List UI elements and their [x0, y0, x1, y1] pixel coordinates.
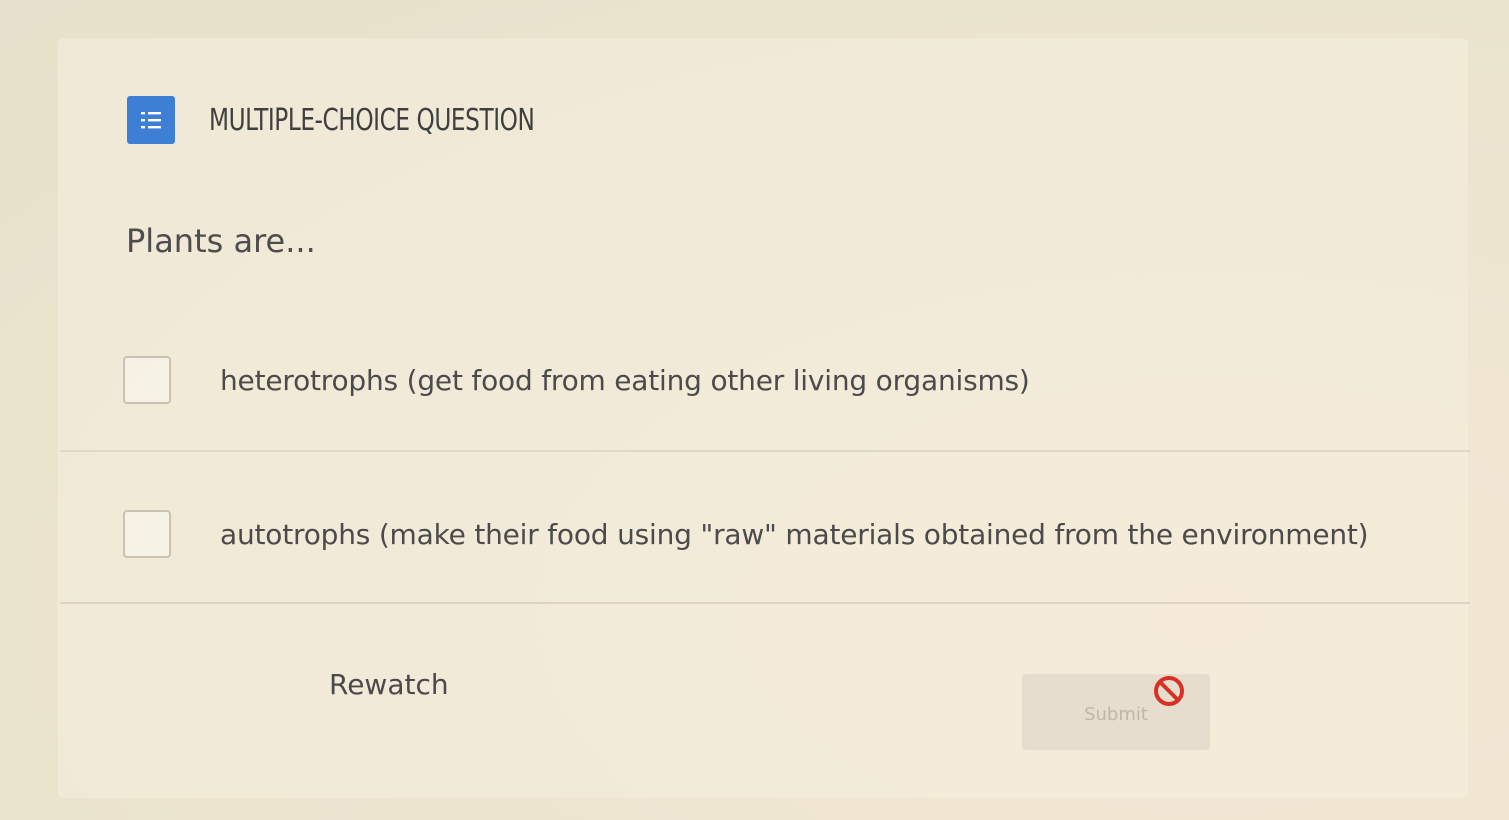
- list-icon: [127, 96, 175, 144]
- answer-options: heterotrophs (get food from eating other…: [60, 322, 1470, 604]
- answer-option-heterotrophs[interactable]: heterotrophs (get food from eating other…: [60, 352, 1470, 452]
- answer-option-autotrophs[interactable]: autotrophs (make their food using "raw" …: [60, 504, 1470, 594]
- answer-label-heterotrophs: heterotrophs (get food from eating other…: [220, 364, 1030, 397]
- question-header: MULTIPLE-CHOICE QUESTION: [127, 96, 587, 144]
- not-allowed-icon: [1154, 676, 1184, 706]
- question-prompt: Plants are...: [126, 222, 316, 260]
- answer-checkbox-autotrophs[interactable]: [123, 510, 171, 558]
- rewatch-button[interactable]: Rewatch: [329, 668, 449, 701]
- question-type-label: MULTIPLE-CHOICE QUESTION: [209, 102, 535, 138]
- answer-label-autotrophs: autotrophs (make their food using "raw" …: [220, 518, 1369, 551]
- answer-checkbox-heterotrophs[interactable]: [123, 356, 171, 404]
